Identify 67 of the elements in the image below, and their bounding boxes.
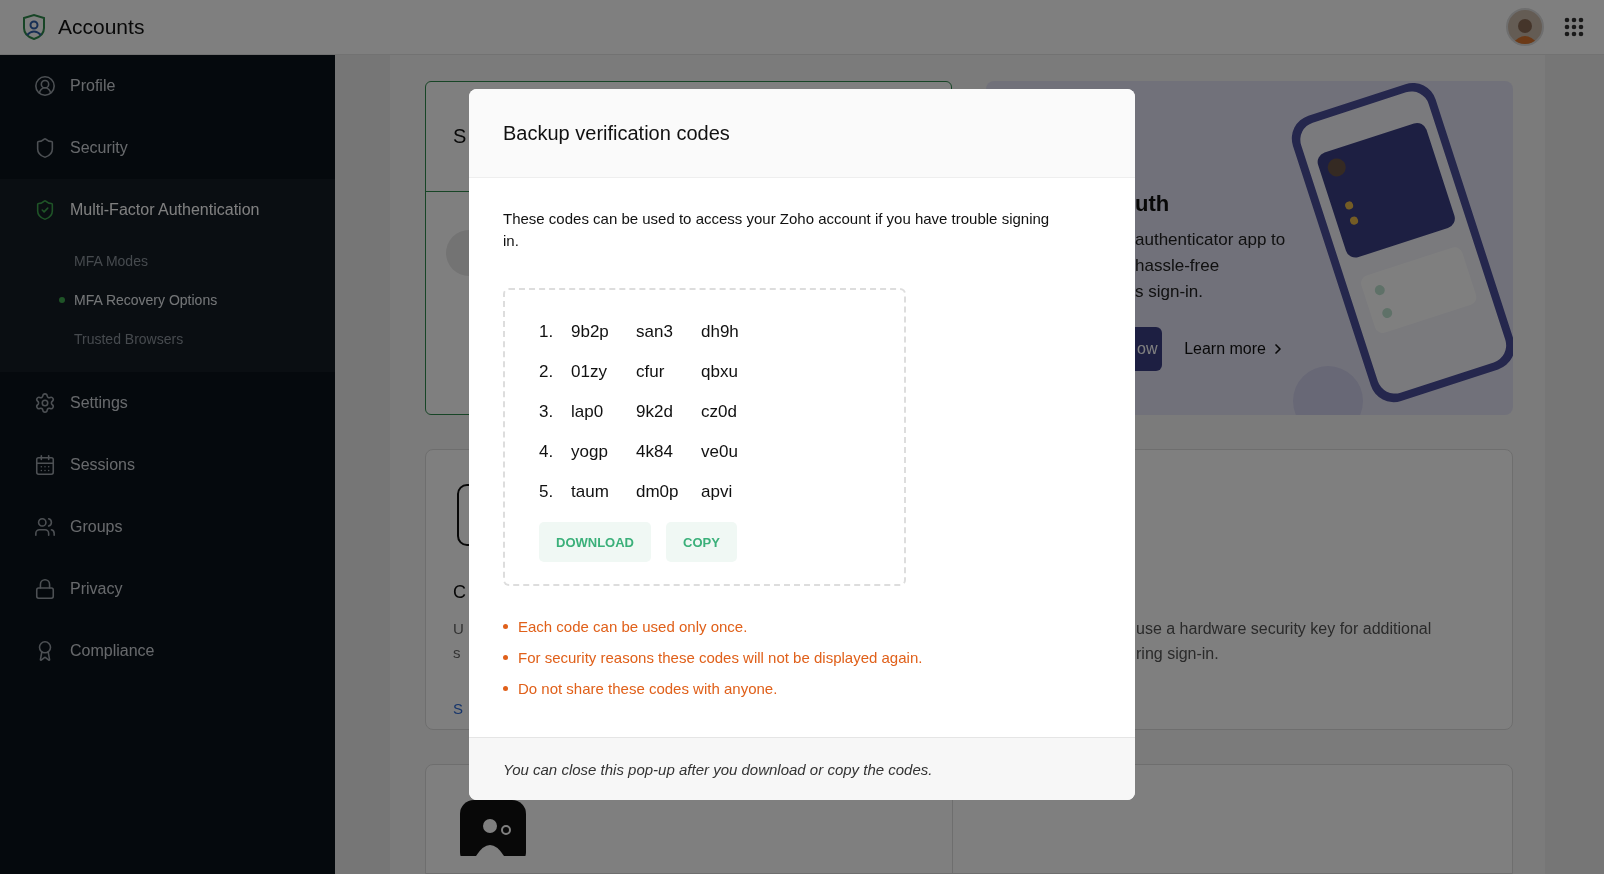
card-text: ring sign-in.: [1136, 644, 1220, 664]
warning-note: Do not share these codes with anyone.: [518, 680, 778, 697]
download-button[interactable]: DOWNLOAD: [539, 522, 651, 562]
card-title: S: [453, 125, 467, 148]
card-text: use a hardware security key for additional: [1136, 619, 1432, 639]
sidebar-item[interactable]: Security: [0, 117, 335, 179]
code-number: 1.: [539, 322, 555, 342]
code-part: dh9h: [701, 322, 740, 342]
code-part: dm0p: [636, 482, 680, 502]
dialog-description: These codes can be used to access your Zoho account if you have trouble signing in.: [503, 209, 1051, 251]
card-title: C: [453, 582, 466, 603]
apps-grid-icon[interactable]: [1564, 17, 1584, 37]
active-dot: [59, 296, 65, 303]
code-part: qbxu: [701, 362, 739, 382]
code-part: cfur: [636, 362, 666, 382]
shield-icon: [34, 137, 56, 159]
sidebar-item[interactable]: Settings: [0, 372, 335, 434]
sidebar-subitem[interactable]: MFA Modes: [0, 241, 335, 280]
shield-check-icon: [34, 199, 56, 221]
shield-person-logo-icon: [20, 13, 48, 41]
warning-note: Each code can be used only once.: [518, 618, 748, 635]
card-text: s: [453, 643, 461, 663]
bullet-icon: [503, 624, 508, 629]
users-icon: [34, 516, 56, 538]
sidebar-subitem[interactable]: MFA Recovery Options: [0, 280, 335, 319]
warning-note: For security reasons these codes will not be displayed again.: [518, 649, 923, 666]
code-number: 4.: [539, 442, 555, 462]
banner-text: s sign-in.: [1135, 281, 1205, 303]
sidebar-subitem[interactable]: Trusted Browsers: [0, 319, 335, 358]
code-number: 2.: [539, 362, 555, 382]
sidebar-item[interactable]: Sessions: [0, 434, 335, 496]
banner-text: hassle-free: [1135, 255, 1221, 277]
avatar[interactable]: [1506, 8, 1544, 46]
sidebar-item[interactable]: Groups: [0, 496, 335, 558]
code-part: yogp: [571, 442, 609, 462]
settings-icon: [34, 392, 56, 414]
code-part: 01zy: [571, 362, 608, 382]
code-part: taum: [571, 482, 610, 502]
banner-text: authenticator app to: [1135, 229, 1286, 251]
user-circle-icon: [34, 75, 56, 97]
banner-button[interactable]: ow: [1135, 327, 1163, 371]
sidebar-item[interactable]: Privacy: [0, 558, 335, 620]
bullet-icon: [503, 686, 508, 691]
learn-more-link[interactable]: Learn more: [1184, 340, 1286, 358]
card-link[interactable]: S: [453, 700, 463, 717]
code-number: 3.: [539, 402, 555, 422]
code-part: cz0d: [701, 402, 738, 422]
code-part: lap0: [571, 402, 605, 422]
code-part: san3: [636, 322, 674, 342]
dialog-footer-text: You can close this pop-up after you download or copy the codes.: [503, 760, 933, 778]
dialog-title: Backup verification codes: [503, 121, 730, 145]
calendar-icon: [34, 454, 56, 476]
card-text: U: [453, 619, 464, 639]
code-part: apvi: [701, 482, 734, 502]
code-part: ve0u: [701, 442, 739, 462]
lock-icon: [34, 578, 56, 600]
app-title: Accounts: [58, 15, 145, 39]
code-part: 9k2d: [636, 402, 674, 422]
sidebar-item[interactable]: Profile: [0, 55, 335, 117]
sidebar-item[interactable]: Compliance: [0, 620, 335, 682]
sidebar-item[interactable]: Multi-Factor Authentication: [0, 179, 335, 241]
copy-button[interactable]: COPY: [666, 522, 737, 562]
bullet-icon: [503, 655, 508, 660]
code-part: 4k84: [636, 442, 674, 462]
code-part: 9b2p: [571, 322, 610, 342]
banner-title: uth: [1135, 191, 1171, 217]
code-number: 5.: [539, 482, 555, 502]
